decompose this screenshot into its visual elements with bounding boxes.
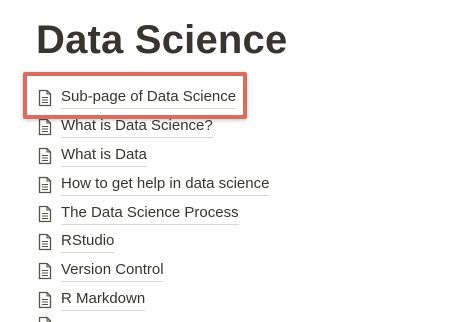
page-icon bbox=[38, 89, 52, 107]
page-icon bbox=[38, 233, 52, 251]
page-icon bbox=[38, 118, 52, 136]
subpage-link[interactable]: RStudio bbox=[38, 228, 458, 257]
subpage-label: What is Data Science? bbox=[61, 116, 213, 139]
page-icon bbox=[38, 147, 52, 165]
subpage-link[interactable]: What is Data bbox=[38, 142, 458, 171]
page-icon bbox=[38, 205, 52, 223]
page-icon bbox=[38, 316, 52, 322]
subpage-label: RStudio bbox=[61, 231, 115, 254]
subpage-label: Sub-page of Data Science bbox=[61, 87, 237, 110]
page-icon bbox=[38, 176, 52, 194]
subpage-link[interactable]: The Data Science Process bbox=[38, 199, 458, 228]
subpage-link[interactable]: Sub-page of Data Science bbox=[38, 84, 458, 113]
subpage-label: The Data Science Process bbox=[61, 203, 239, 225]
subpage-link[interactable]: How to get help in data science bbox=[38, 170, 458, 199]
subpage-list: Sub-page of Data Science What is Data Sc… bbox=[38, 84, 458, 314]
subpage-label: How to get help in data science bbox=[61, 174, 270, 196]
subpage-link[interactable]: Version Control bbox=[38, 257, 458, 286]
subpage-label: What is Data bbox=[61, 145, 147, 167]
subpage-link[interactable]: R Markdown bbox=[38, 286, 458, 315]
page-title: Data Science bbox=[36, 18, 288, 62]
page-icon bbox=[38, 262, 52, 280]
subpage-label: Version Control bbox=[61, 260, 164, 283]
subpage-label: R Markdown bbox=[61, 289, 146, 311]
page-icon bbox=[38, 291, 52, 309]
subpage-link[interactable]: What is Data Science? bbox=[38, 113, 458, 142]
